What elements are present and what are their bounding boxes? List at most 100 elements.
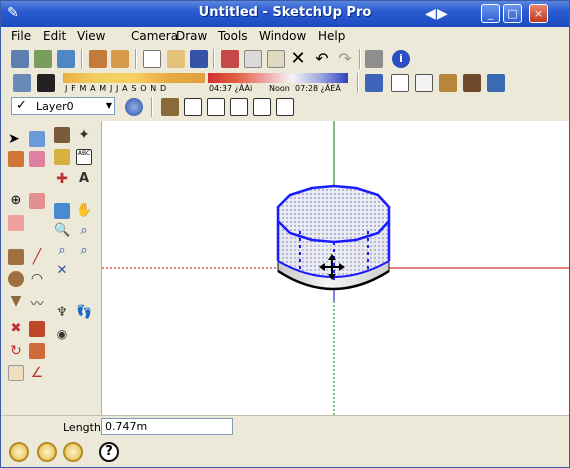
zoom-extents-icon[interactable]: ✕: [54, 263, 70, 279]
freehand-icon[interactable]: 〰: [29, 293, 45, 312]
print-icon[interactable]: [365, 50, 383, 68]
position-camera-icon[interactable]: ✦: [76, 127, 92, 143]
title-bar[interactable]: ✎ Untitled - SketchUp Pro ◀ ▶ _ □ ×: [1, 1, 569, 27]
protractor-icon[interactable]: ∠: [29, 365, 45, 381]
move-icon[interactable]: ⊕: [8, 193, 24, 209]
menu-window[interactable]: Window: [259, 29, 306, 43]
shadows-styles-toolbar: J F M A M J J A S O N D 04:37 ¿ÂÀi Noon …: [1, 71, 569, 95]
layer-manager-icon[interactable]: [125, 98, 143, 116]
zoom-icon[interactable]: 🔍: [54, 223, 70, 239]
front-view-icon[interactable]: [207, 98, 225, 116]
month-slider[interactable]: [63, 73, 205, 83]
circle-icon[interactable]: [8, 271, 24, 287]
nav-forward-icon[interactable]: ▶: [437, 6, 449, 22]
menu-view[interactable]: View: [77, 29, 105, 43]
push-pull-icon[interactable]: [29, 193, 45, 209]
walk-icon[interactable]: [54, 127, 70, 143]
follow-me-icon[interactable]: [29, 321, 45, 337]
minimize-button[interactable]: _: [481, 4, 500, 23]
help-icon[interactable]: ?: [99, 442, 119, 462]
display-shadows-icon[interactable]: [37, 74, 55, 92]
wireframe-style-icon[interactable]: [391, 74, 409, 92]
hidden-line-style-icon[interactable]: [415, 74, 433, 92]
measurements-input[interactable]: 0.747m: [101, 418, 233, 435]
back-view-icon[interactable]: [253, 98, 271, 116]
section-plane-icon[interactable]: [8, 365, 24, 381]
geo-location-icon[interactable]: [9, 442, 29, 462]
menu-edit[interactable]: Edit: [43, 29, 66, 43]
previous-view-icon[interactable]: ⌕: [54, 243, 70, 259]
menu-help[interactable]: Help: [318, 29, 345, 43]
look-around-icon[interactable]: ◉: [54, 327, 70, 343]
open-folder-icon[interactable]: [167, 50, 185, 68]
zoom-window-icon[interactable]: ⌕: [76, 223, 92, 239]
orbit-icon[interactable]: [54, 203, 70, 219]
time-slider[interactable]: [208, 73, 348, 83]
redo-icon[interactable]: ↷: [336, 50, 354, 68]
layer-select-value: Layer0: [36, 100, 74, 113]
erase-icon[interactable]: ✕: [289, 50, 307, 68]
position-icon[interactable]: ♆: [54, 305, 70, 321]
cylinder-top-face[interactable]: [276, 184, 391, 244]
nav-back-icon[interactable]: ◀: [425, 6, 437, 22]
standard-toolbar: ✕ ↶ ↷ i: [1, 47, 569, 71]
menu-tools[interactable]: Tools: [218, 29, 248, 43]
shadow-settings-icon[interactable]: [13, 74, 31, 92]
top-view-icon[interactable]: [184, 98, 202, 116]
paint-bucket-icon[interactable]: [8, 151, 24, 167]
axes-icon[interactable]: ✚: [54, 171, 70, 187]
close-button[interactable]: ×: [529, 4, 548, 23]
scale-icon[interactable]: [8, 215, 24, 231]
pan-icon[interactable]: ✋: [76, 203, 92, 219]
maximize-button[interactable]: □: [503, 4, 522, 23]
monochrome-style-icon[interactable]: [487, 74, 505, 92]
share-component-icon[interactable]: [57, 50, 75, 68]
arc-icon[interactable]: ◠: [29, 271, 45, 287]
eraser-icon[interactable]: [29, 151, 45, 167]
status-bar: Length 0.747m: [1, 415, 569, 437]
share-model-icon[interactable]: [34, 50, 52, 68]
bottom-bar: ?: [1, 437, 569, 467]
rotate-icon[interactable]: ✖: [8, 321, 24, 337]
xray-style-icon[interactable]: [365, 74, 383, 92]
toolbar-separator: [81, 49, 83, 69]
paste-icon[interactable]: [267, 50, 285, 68]
iso-view-icon[interactable]: [161, 98, 179, 116]
text-tool-icon[interactable]: ABC: [76, 149, 92, 165]
line-pencil-icon[interactable]: ╱: [29, 249, 45, 265]
polygon-icon[interactable]: ▼: [8, 293, 24, 309]
shaded-style-icon[interactable]: [439, 74, 457, 92]
copy-icon[interactable]: [244, 50, 262, 68]
cut-icon[interactable]: [221, 50, 239, 68]
chevron-down-icon[interactable]: ▼: [106, 101, 112, 110]
menu-draw[interactable]: Draw: [176, 29, 207, 43]
right-view-icon[interactable]: [230, 98, 248, 116]
time-end-label: 07:28 ¿ÂÈÄ: [295, 84, 341, 93]
3d-text-icon[interactable]: A: [76, 171, 92, 187]
layer-select[interactable]: ✓ Layer0 ▼: [11, 97, 115, 115]
extension-icon[interactable]: [111, 50, 129, 68]
shaded-textures-style-icon[interactable]: [463, 74, 481, 92]
rectangle-icon[interactable]: [8, 249, 24, 265]
model-info-icon[interactable]: i: [392, 50, 410, 68]
credits-icon[interactable]: [37, 442, 57, 462]
drawing-viewport[interactable]: [101, 121, 570, 415]
undo-icon[interactable]: ↶: [313, 50, 331, 68]
user-account-icon[interactable]: [63, 442, 83, 462]
offset-icon[interactable]: ↻: [8, 343, 24, 359]
select-arrow-icon[interactable]: ➤: [8, 131, 24, 147]
menu-bar: File Edit View Camera Draw Tools Window …: [1, 27, 569, 45]
model-canvas[interactable]: [102, 121, 570, 415]
menu-file[interactable]: File: [11, 29, 31, 43]
get-models-icon[interactable]: [11, 50, 29, 68]
menu-camera[interactable]: Camera: [131, 29, 178, 43]
new-file-icon[interactable]: [143, 50, 161, 68]
make-component-icon[interactable]: [29, 131, 45, 147]
left-view-icon[interactable]: [276, 98, 294, 116]
next-view-icon[interactable]: ⌕: [76, 243, 92, 259]
components-icon[interactable]: [89, 50, 107, 68]
intersect-icon[interactable]: [29, 343, 45, 359]
footprints-icon[interactable]: 👣: [76, 305, 92, 321]
tape-measure-icon[interactable]: [54, 149, 70, 165]
save-icon[interactable]: [190, 50, 208, 68]
